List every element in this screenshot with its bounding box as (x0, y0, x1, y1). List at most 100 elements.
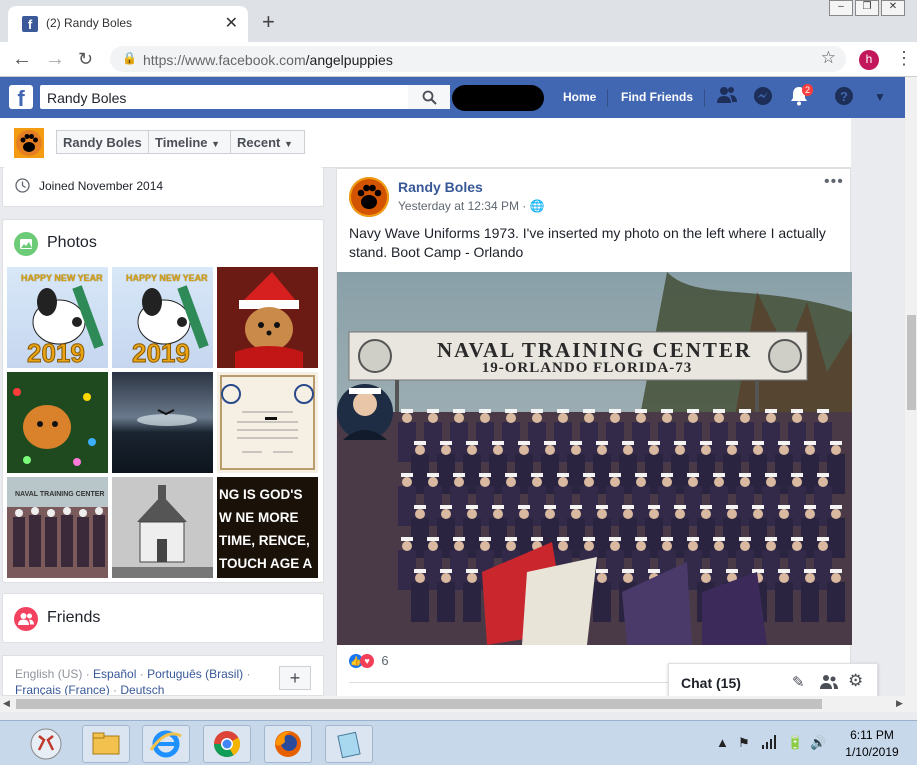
crowd-figure-face (467, 573, 477, 583)
scroll-left-icon[interactable]: ◀ (3, 698, 10, 709)
battery-icon[interactable]: 🔋 (787, 735, 803, 751)
firefox-icon[interactable] (264, 725, 312, 763)
nav-find-friends[interactable]: Find Friends (621, 90, 693, 104)
crowd-figure-face (480, 413, 490, 423)
crowd-figure-face (662, 541, 672, 551)
file-explorer-icon[interactable] (82, 725, 130, 763)
crowd-figure-cap (479, 473, 491, 477)
crowd-figure-face (584, 477, 594, 487)
search-icon[interactable] (408, 85, 450, 109)
language-link[interactable]: Français (France) (15, 683, 110, 695)
crowd-figure-cap (713, 473, 725, 477)
new-message-icon[interactable]: ✎ (792, 673, 805, 691)
crowd-figure-body (411, 582, 429, 622)
post-photo[interactable]: NAVAL TRAINING CENTER 19-ORLANDO FLORIDA… (337, 272, 852, 645)
internet-explorer-icon[interactable] (142, 725, 190, 763)
address-bar-row: ← → ↻ 🔒 https://www.facebook.com/angelpu… (0, 42, 917, 77)
forward-icon[interactable]: → (45, 48, 65, 71)
start-button-icon[interactable] (28, 727, 64, 761)
chat-settings-gear-icon[interactable]: ⚙ (848, 671, 863, 691)
chrome-icon[interactable] (203, 725, 251, 763)
close-tab-icon[interactable]: ✕ (225, 13, 238, 33)
bookmark-star-icon[interactable]: ☆ (821, 48, 836, 68)
chrome-menu-icon[interactable]: ⋮ (895, 48, 913, 69)
photo-tile[interactable] (112, 372, 213, 473)
post-author-avatar[interactable] (349, 177, 389, 217)
crowd-figure-face (636, 413, 646, 423)
language-link[interactable]: Deutsch (120, 683, 164, 695)
notepad-icon[interactable] (325, 725, 373, 763)
crowd-figure-face (571, 509, 581, 519)
photo-tile[interactable] (7, 372, 108, 473)
svg-text:2019: 2019 (132, 338, 190, 368)
friend-requests-icon[interactable] (716, 86, 738, 108)
crowd-figure-cap (661, 537, 673, 541)
post-timestamp[interactable]: Yesterday at 12:34 PM (398, 199, 519, 213)
photo-tile[interactable]: NAVAL TRAINING CENTER (7, 477, 108, 578)
window-close-icon[interactable]: ✕ (881, 0, 905, 16)
new-tab-icon[interactable]: + (262, 9, 275, 35)
help-icon[interactable]: ? (833, 86, 855, 108)
language-link[interactable]: Português (Brasil) (147, 667, 243, 681)
photo-tile[interactable] (217, 372, 318, 473)
reload-icon[interactable]: ↻ (78, 49, 93, 70)
nav-home[interactable]: Home (563, 90, 596, 104)
redacted-profile-link[interactable] (452, 85, 544, 111)
profile-name-button[interactable]: Randy Boles (56, 130, 149, 154)
create-group-icon[interactable] (820, 674, 838, 693)
crowd-figure-face (597, 445, 607, 455)
show-hidden-icons-icon[interactable]: ▲ (716, 735, 729, 750)
more-options-icon[interactable]: ••• (824, 173, 844, 191)
crowd-figure-face (740, 413, 750, 423)
network-signal-icon[interactable] (762, 735, 778, 752)
photos-title[interactable]: Photos (47, 234, 97, 252)
crowd-figure-face (441, 573, 451, 583)
browser-tab-bar: f (2) Randy Boles ✕ + – ❐ ✕ (0, 0, 917, 42)
crowd-figure-cap (453, 473, 465, 477)
crowd-figure-cap (401, 409, 413, 413)
crowd-figure-face (714, 477, 724, 487)
url-field[interactable]: 🔒 https://www.facebook.com/angelpuppies … (110, 46, 846, 72)
crowd-figure-cap (440, 441, 452, 445)
horizontal-scroll-thumb[interactable] (16, 699, 822, 709)
crowd-figure-face (584, 541, 594, 551)
photo-tile[interactable] (112, 477, 213, 578)
search-value: Randy Boles (47, 90, 127, 106)
reactions-bar[interactable]: 👍 ♥ 6 (349, 653, 389, 668)
photo-tile[interactable]: NG IS GOD'S W NE MORE TIME, RENCE, TOUCH… (217, 477, 318, 578)
volume-icon[interactable]: 🔊 (810, 735, 826, 751)
vertical-scroll-thumb[interactable] (907, 315, 916, 410)
minimize-icon[interactable]: – (829, 0, 853, 16)
timeline-dropdown[interactable]: Timeline ▼ (148, 130, 231, 154)
crowd-figure-face (493, 445, 503, 455)
tab-title: (2) Randy Boles (46, 16, 133, 30)
restore-icon[interactable]: ❐ (855, 0, 879, 16)
post-author-name[interactable]: Randy Boles (398, 179, 483, 195)
photo-tile[interactable] (217, 267, 318, 368)
feed-post: Randy Boles Yesterday at 12:34 PM · 🌐 ••… (336, 168, 852, 708)
profile-avatar[interactable] (14, 128, 44, 158)
action-center-flag-icon[interactable]: ⚑ (738, 735, 750, 751)
browser-tab[interactable]: f (2) Randy Boles ✕ (8, 6, 248, 42)
chevron-down-icon: ▼ (283, 139, 293, 149)
scroll-right-icon[interactable]: ▶ (896, 698, 903, 709)
crowd-figure-cap (583, 409, 595, 413)
account-menu-icon[interactable]: ▼ (869, 86, 891, 108)
crowd-figure-cap (739, 537, 751, 541)
system-clock[interactable]: 6:11 PM 1/10/2019 (832, 727, 912, 761)
add-language-button[interactable]: + (279, 666, 311, 690)
recent-dropdown[interactable]: Recent ▼ (230, 130, 305, 154)
photo-tile[interactable]: 2019 HAPPY NEW YEAR (7, 267, 108, 368)
friends-title[interactable]: Friends (47, 609, 100, 627)
language-link[interactable]: Español (93, 667, 136, 681)
facebook-logo-icon[interactable]: f (9, 85, 33, 111)
search-input[interactable]: Randy Boles (40, 85, 450, 109)
chrome-profile-avatar[interactable]: h (859, 50, 879, 70)
crowd-figure-cap (830, 505, 842, 509)
photo-tile[interactable]: 2019 HAPPY NEW YEAR (112, 267, 213, 368)
url-path: /angelpuppies (305, 52, 393, 68)
back-icon[interactable]: ← (12, 48, 32, 71)
crowd-figure-face (493, 509, 503, 519)
messenger-icon[interactable] (752, 86, 774, 108)
crowd-figure-cap (544, 505, 556, 509)
